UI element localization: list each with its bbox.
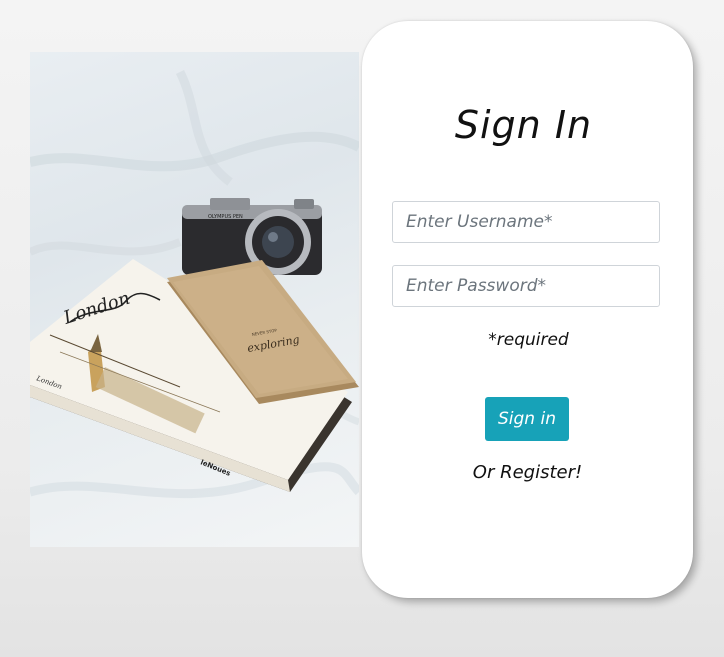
- travel-photo-illustration: OLYMPUS PEN London London leNoues NEVER …: [30, 69, 359, 499]
- hero-photo: OLYMPUS PEN London London leNoues NEVER …: [30, 52, 359, 547]
- username-input[interactable]: [392, 201, 660, 243]
- register-link[interactable]: Or Register!: [362, 462, 693, 483]
- svg-text:OLYMPUS PEN: OLYMPUS PEN: [208, 214, 243, 220]
- signin-card: Sign In *required Sign in Or Register!: [362, 21, 693, 598]
- required-note: *required: [488, 330, 569, 350]
- signin-button[interactable]: Sign in: [485, 397, 569, 441]
- password-input[interactable]: [392, 265, 660, 307]
- page-title: Sign In: [454, 103, 593, 147]
